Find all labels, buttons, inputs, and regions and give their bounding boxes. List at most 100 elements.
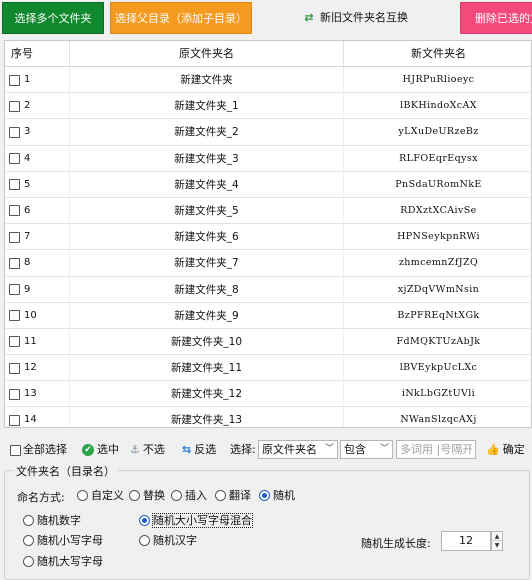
table-row[interactable]: 7 新建文件夹_6 HPNSeykpnRWi xyxy=(5,224,531,251)
select-label: 选中 xyxy=(97,443,119,456)
confirm-label: 确定 xyxy=(502,443,525,456)
old-name-cell: 新建文件夹_12 xyxy=(69,381,343,408)
thumbs-up-icon: 👍 xyxy=(486,443,500,456)
unselect-label: 不选 xyxy=(142,443,165,456)
swap-names-label: 新旧文件夹名互换 xyxy=(320,11,408,24)
radio-icon[interactable] xyxy=(77,489,88,501)
radio-selected-icon[interactable] xyxy=(139,514,150,526)
table-row[interactable]: 9 新建文件夹_8 xjZDqVWmNsin xyxy=(5,276,531,303)
table-row[interactable]: 11 新建文件夹_10 FdMQKTUzAbJk xyxy=(5,328,531,356)
unselect-button[interactable]: ⚓ 不选 xyxy=(130,441,165,459)
radio-icon[interactable] xyxy=(23,534,34,546)
table-row[interactable]: 13 新建文件夹_12 iNkLbGZtUVli xyxy=(5,381,531,408)
method-insert-label: 插入 xyxy=(185,489,207,502)
row-index: 13 xyxy=(24,388,37,400)
row-checkbox[interactable] xyxy=(9,257,20,269)
naming-group: 文件夹名（目录名） 命名方式: 自定义 替换 插入 翻译 随机 随机数字 随机大… xyxy=(4,463,530,580)
length-label: 随机生成长度: xyxy=(361,537,431,550)
random-uppercase-radio[interactable]: 随机大写字母 xyxy=(23,554,103,570)
new-name-cell: xjZDqVWmNsin xyxy=(343,276,531,303)
anchor-icon: ⚓ xyxy=(130,443,140,456)
random-chinese-radio[interactable]: 随机汉字 xyxy=(139,533,197,549)
row-checkbox[interactable] xyxy=(9,205,20,217)
row-checkbox[interactable] xyxy=(9,153,20,165)
row-checkbox[interactable] xyxy=(9,74,20,86)
header-index[interactable]: 序号 xyxy=(11,41,69,67)
new-name-cell: HPNSeykpnRWi xyxy=(343,224,531,251)
header-new-name[interactable]: 新文件夹名 xyxy=(343,41,531,67)
invert-label: 反选 xyxy=(194,443,217,456)
method-replace-radio[interactable]: 替换 xyxy=(129,488,165,504)
table-row[interactable]: 10 新建文件夹_9 BzPFREqNtXGk xyxy=(5,302,531,329)
row-checkbox[interactable] xyxy=(9,336,20,348)
radio-icon[interactable] xyxy=(23,514,34,526)
table-row[interactable]: 2 新建文件夹_1 lBKHindoXcAX xyxy=(5,93,531,120)
method-translate-radio[interactable]: 翻译 xyxy=(215,488,251,504)
old-name-cell: 新建文件夹_11 xyxy=(69,355,343,382)
select-multiple-folders-button[interactable]: 选择多个文件夹 xyxy=(2,2,104,34)
method-random-radio[interactable]: 随机 xyxy=(259,488,295,504)
length-spinner-input[interactable]: 12 xyxy=(441,531,491,551)
table-row[interactable]: 14 新建文件夹_13 NWanSlzqcAXj xyxy=(5,407,531,427)
row-checkbox[interactable] xyxy=(9,414,20,426)
table-row[interactable]: 4 新建文件夹_3 RLFOEqrEqysx xyxy=(5,145,531,172)
select-button[interactable]: ✔ 选中 xyxy=(82,441,119,459)
delete-selected-button[interactable]: 删除已选的文 xyxy=(460,2,532,34)
old-name-cell: 新建文件夹 xyxy=(69,67,343,93)
random-mixed-case-label: 随机大小写字母混合 xyxy=(152,513,253,528)
row-checkbox[interactable] xyxy=(9,388,20,400)
new-name-cell: RLFOEqrEqysx xyxy=(343,145,531,172)
row-checkbox[interactable] xyxy=(9,362,20,374)
new-name-cell: RDXztXCAivSe xyxy=(343,197,531,224)
radio-icon[interactable] xyxy=(215,489,226,501)
keyword-input[interactable] xyxy=(396,440,476,459)
confirm-button[interactable]: 👍 确定 xyxy=(486,441,525,459)
filter-operator-dropdown[interactable]: 包含 ﹀ xyxy=(340,440,393,459)
row-checkbox[interactable] xyxy=(9,179,20,191)
table-row[interactable]: 12 新建文件夹_11 lBVEykpUcLXc xyxy=(5,355,531,382)
table-row[interactable]: 8 新建文件夹_7 zhmcemnZfJZQ xyxy=(5,250,531,277)
spin-down-icon[interactable]: ▼ xyxy=(492,541,502,550)
swap-names-button[interactable]: ⇄ 新旧文件夹名互换 xyxy=(296,2,414,34)
new-name-cell: lBVEykpUcLXc xyxy=(343,355,531,382)
random-lowercase-radio[interactable]: 随机小写字母 xyxy=(23,533,103,549)
row-index: 12 xyxy=(24,362,37,374)
old-name-cell: 新建文件夹_4 xyxy=(69,171,343,198)
table-row[interactable]: 6 新建文件夹_5 RDXztXCAivSe xyxy=(5,197,531,225)
method-translate-label: 翻译 xyxy=(229,489,251,502)
random-digits-radio[interactable]: 随机数字 xyxy=(23,513,81,529)
old-name-cell: 新建文件夹_2 xyxy=(69,119,343,146)
select-all-checkbox[interactable]: 全部选择 xyxy=(10,441,67,459)
method-custom-radio[interactable]: 自定义 xyxy=(77,488,124,504)
header-old-name[interactable]: 原文件夹名 xyxy=(69,41,343,67)
row-checkbox[interactable] xyxy=(9,126,20,138)
invert-selection-button[interactable]: ⇆ 反选 xyxy=(182,441,216,459)
select-all-box[interactable] xyxy=(10,444,21,456)
select-all-label: 全部选择 xyxy=(23,443,67,456)
random-mixed-case-radio[interactable]: 随机大小写字母混合 xyxy=(139,513,253,529)
old-name-cell: 新建文件夹_8 xyxy=(69,276,343,303)
select-parent-directory-button[interactable]: 选择父目录（添加子目录） xyxy=(110,2,252,34)
selection-bar: 全部选择 ✔选中 ⚓不选 ⇆反选 选择: 原文件夹名 ﹀ 包含 ﹀ 👍确定 xyxy=(0,436,532,464)
row-index: 9 xyxy=(24,283,31,295)
radio-icon[interactable] xyxy=(23,555,34,567)
row-checkbox[interactable] xyxy=(9,310,20,322)
radio-icon[interactable] xyxy=(129,489,140,501)
table-row[interactable]: 3 新建文件夹_2 yLXuDeURzeBz xyxy=(5,119,531,146)
method-insert-radio[interactable]: 插入 xyxy=(171,488,207,504)
new-name-cell: lBKHindoXcAX xyxy=(343,93,531,120)
old-name-cell: 新建文件夹_5 xyxy=(69,197,343,224)
row-checkbox[interactable] xyxy=(9,100,20,112)
row-checkbox[interactable] xyxy=(9,284,20,295)
radio-icon[interactable] xyxy=(139,534,150,546)
table-row[interactable]: 1 新建文件夹 HJRPuRlioeyc xyxy=(5,67,531,94)
new-name-cell: NWanSlzqcAXj xyxy=(343,407,531,427)
chevron-down-icon: ﹀ xyxy=(379,444,389,454)
spin-up-icon[interactable]: ▲ xyxy=(492,532,502,541)
filter-field-dropdown[interactable]: 原文件夹名 ﹀ xyxy=(258,440,338,459)
row-index: 6 xyxy=(24,204,31,216)
row-checkbox[interactable] xyxy=(9,231,20,243)
radio-icon[interactable] xyxy=(171,489,182,501)
radio-selected-icon[interactable] xyxy=(259,489,270,501)
table-row[interactable]: 5 新建文件夹_4 PnSdaURomNkE xyxy=(5,171,531,198)
